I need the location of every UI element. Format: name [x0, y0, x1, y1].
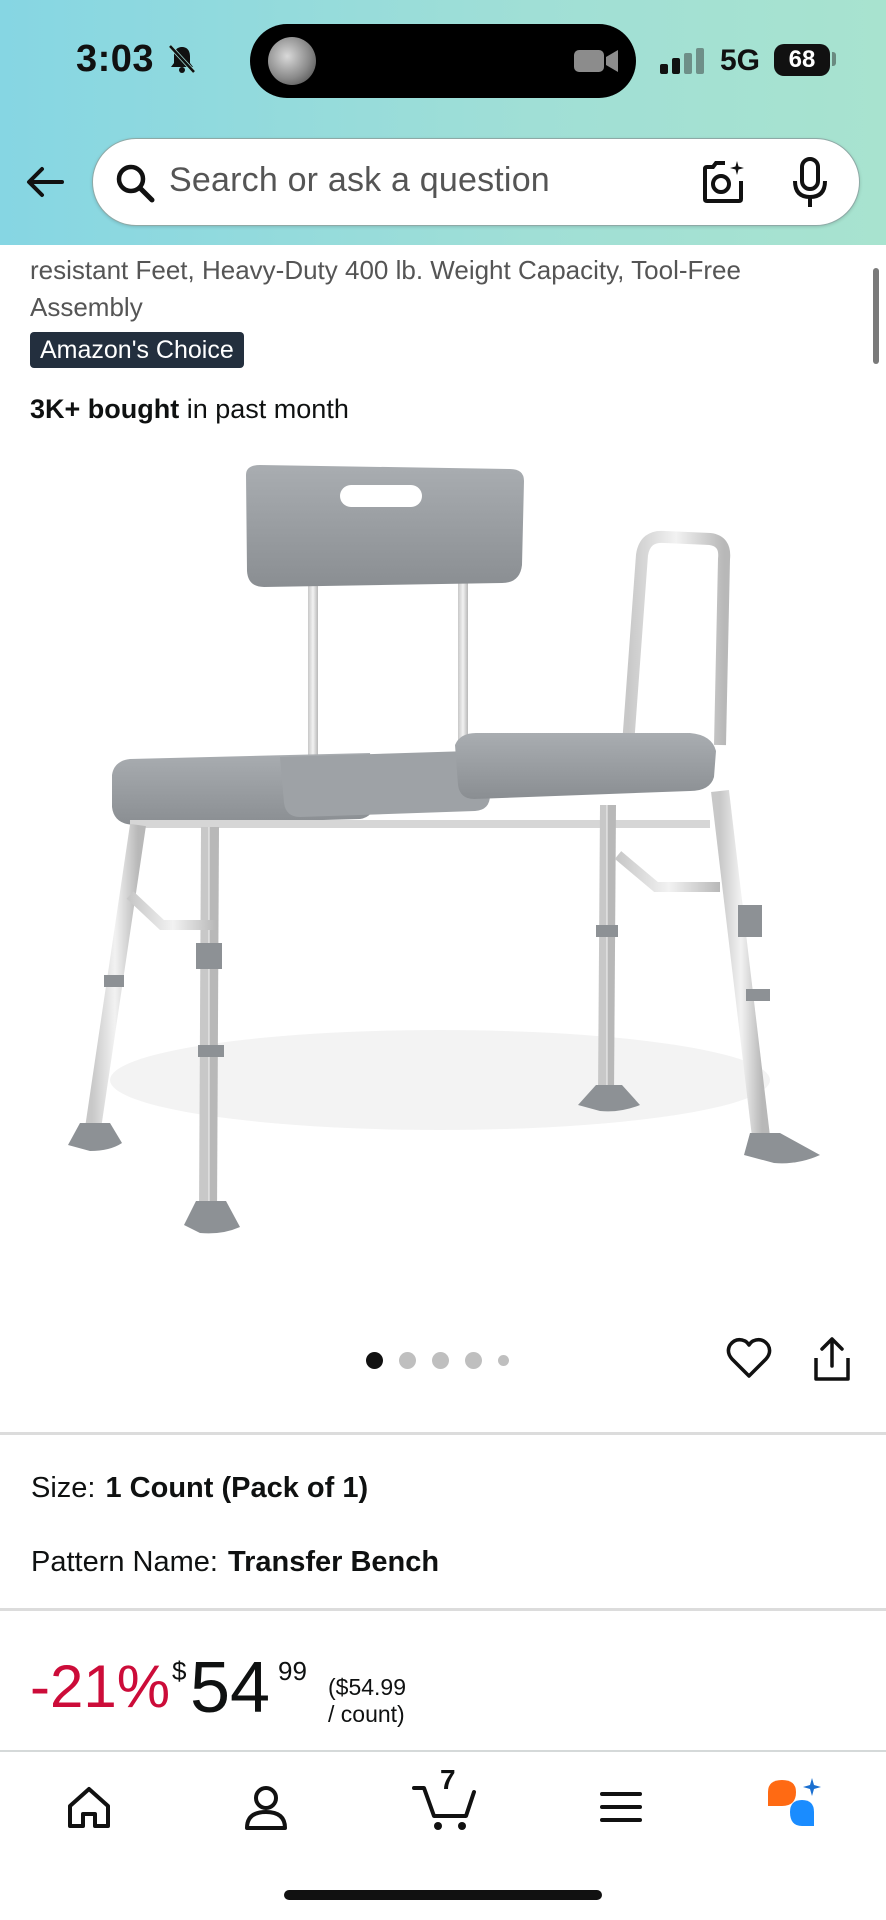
price-whole: 54	[190, 1648, 271, 1728]
carousel-dot[interactable]	[366, 1351, 383, 1369]
bought-count: 3K+ bought	[30, 394, 180, 424]
share-icon[interactable]	[812, 1336, 852, 1382]
bought-period: in past month	[179, 394, 349, 424]
discount-percent: -21%	[30, 1653, 171, 1720]
size-label: Size:	[31, 1472, 96, 1504]
scrollbar[interactable]	[873, 268, 879, 364]
video-camera-icon	[574, 50, 618, 72]
top-header: 3:03 5G 68 Search or ask a question	[0, 0, 886, 245]
search-icon	[116, 164, 155, 203]
amazons-choice-badge: Amazon's Choice	[30, 332, 244, 368]
size-value: 1 Count (Pack of 1)	[105, 1472, 369, 1504]
account-icon[interactable]	[241, 1782, 291, 1832]
battery-tip	[832, 52, 836, 66]
home-indicator	[284, 1890, 602, 1900]
avatar	[268, 37, 316, 85]
battery-indicator: 68	[774, 44, 830, 76]
divider	[0, 1432, 886, 1435]
product-image[interactable]	[50, 455, 840, 1285]
carousel-dot[interactable]	[498, 1354, 509, 1366]
microphone-icon[interactable]	[791, 157, 829, 209]
bought-in-past-month: 3K+ bought in past month	[30, 394, 349, 425]
back-arrow-icon[interactable]	[24, 160, 68, 204]
camera-lens-icon[interactable]	[699, 159, 747, 207]
search-bar[interactable]: Search or ask a question	[92, 138, 860, 226]
carousel-dot[interactable]	[399, 1351, 416, 1369]
carousel-dot[interactable]	[465, 1351, 482, 1369]
price-currency: $	[172, 1656, 187, 1686]
carousel-dot[interactable]	[432, 1351, 449, 1369]
price-fraction: 99	[278, 1656, 307, 1686]
home-icon[interactable]	[64, 1782, 114, 1832]
heart-icon[interactable]	[726, 1336, 772, 1382]
rufus-assistant-icon[interactable]	[764, 1774, 824, 1834]
cart-count-badge: 7	[440, 1764, 456, 1795]
divider	[0, 1608, 886, 1611]
product-title[interactable]: resistant Feet, Heavy-Duty 400 lb. Weigh…	[30, 252, 850, 326]
status-bar: 3:03 5G 68	[0, 0, 886, 120]
status-time: 3:03	[76, 38, 155, 80]
network-type: 5G	[720, 44, 761, 77]
pattern-label: Pattern Name:	[31, 1546, 218, 1578]
menu-icon[interactable]	[596, 1782, 646, 1832]
pattern-selector[interactable]: Pattern Name: Transfer Bench	[31, 1546, 439, 1579]
pattern-value: Transfer Bench	[227, 1546, 440, 1578]
cellular-signal-icon	[660, 48, 704, 74]
image-carousel-dots[interactable]	[366, 1350, 509, 1370]
bell-muted-icon	[168, 44, 196, 74]
dynamic-island	[250, 24, 636, 98]
size-selector[interactable]: Size: 1 Count (Pack of 1)	[31, 1472, 368, 1505]
search-input[interactable]: Search or ask a question	[169, 161, 550, 200]
unit-price: ($54.99 / count)	[328, 1674, 407, 1727]
